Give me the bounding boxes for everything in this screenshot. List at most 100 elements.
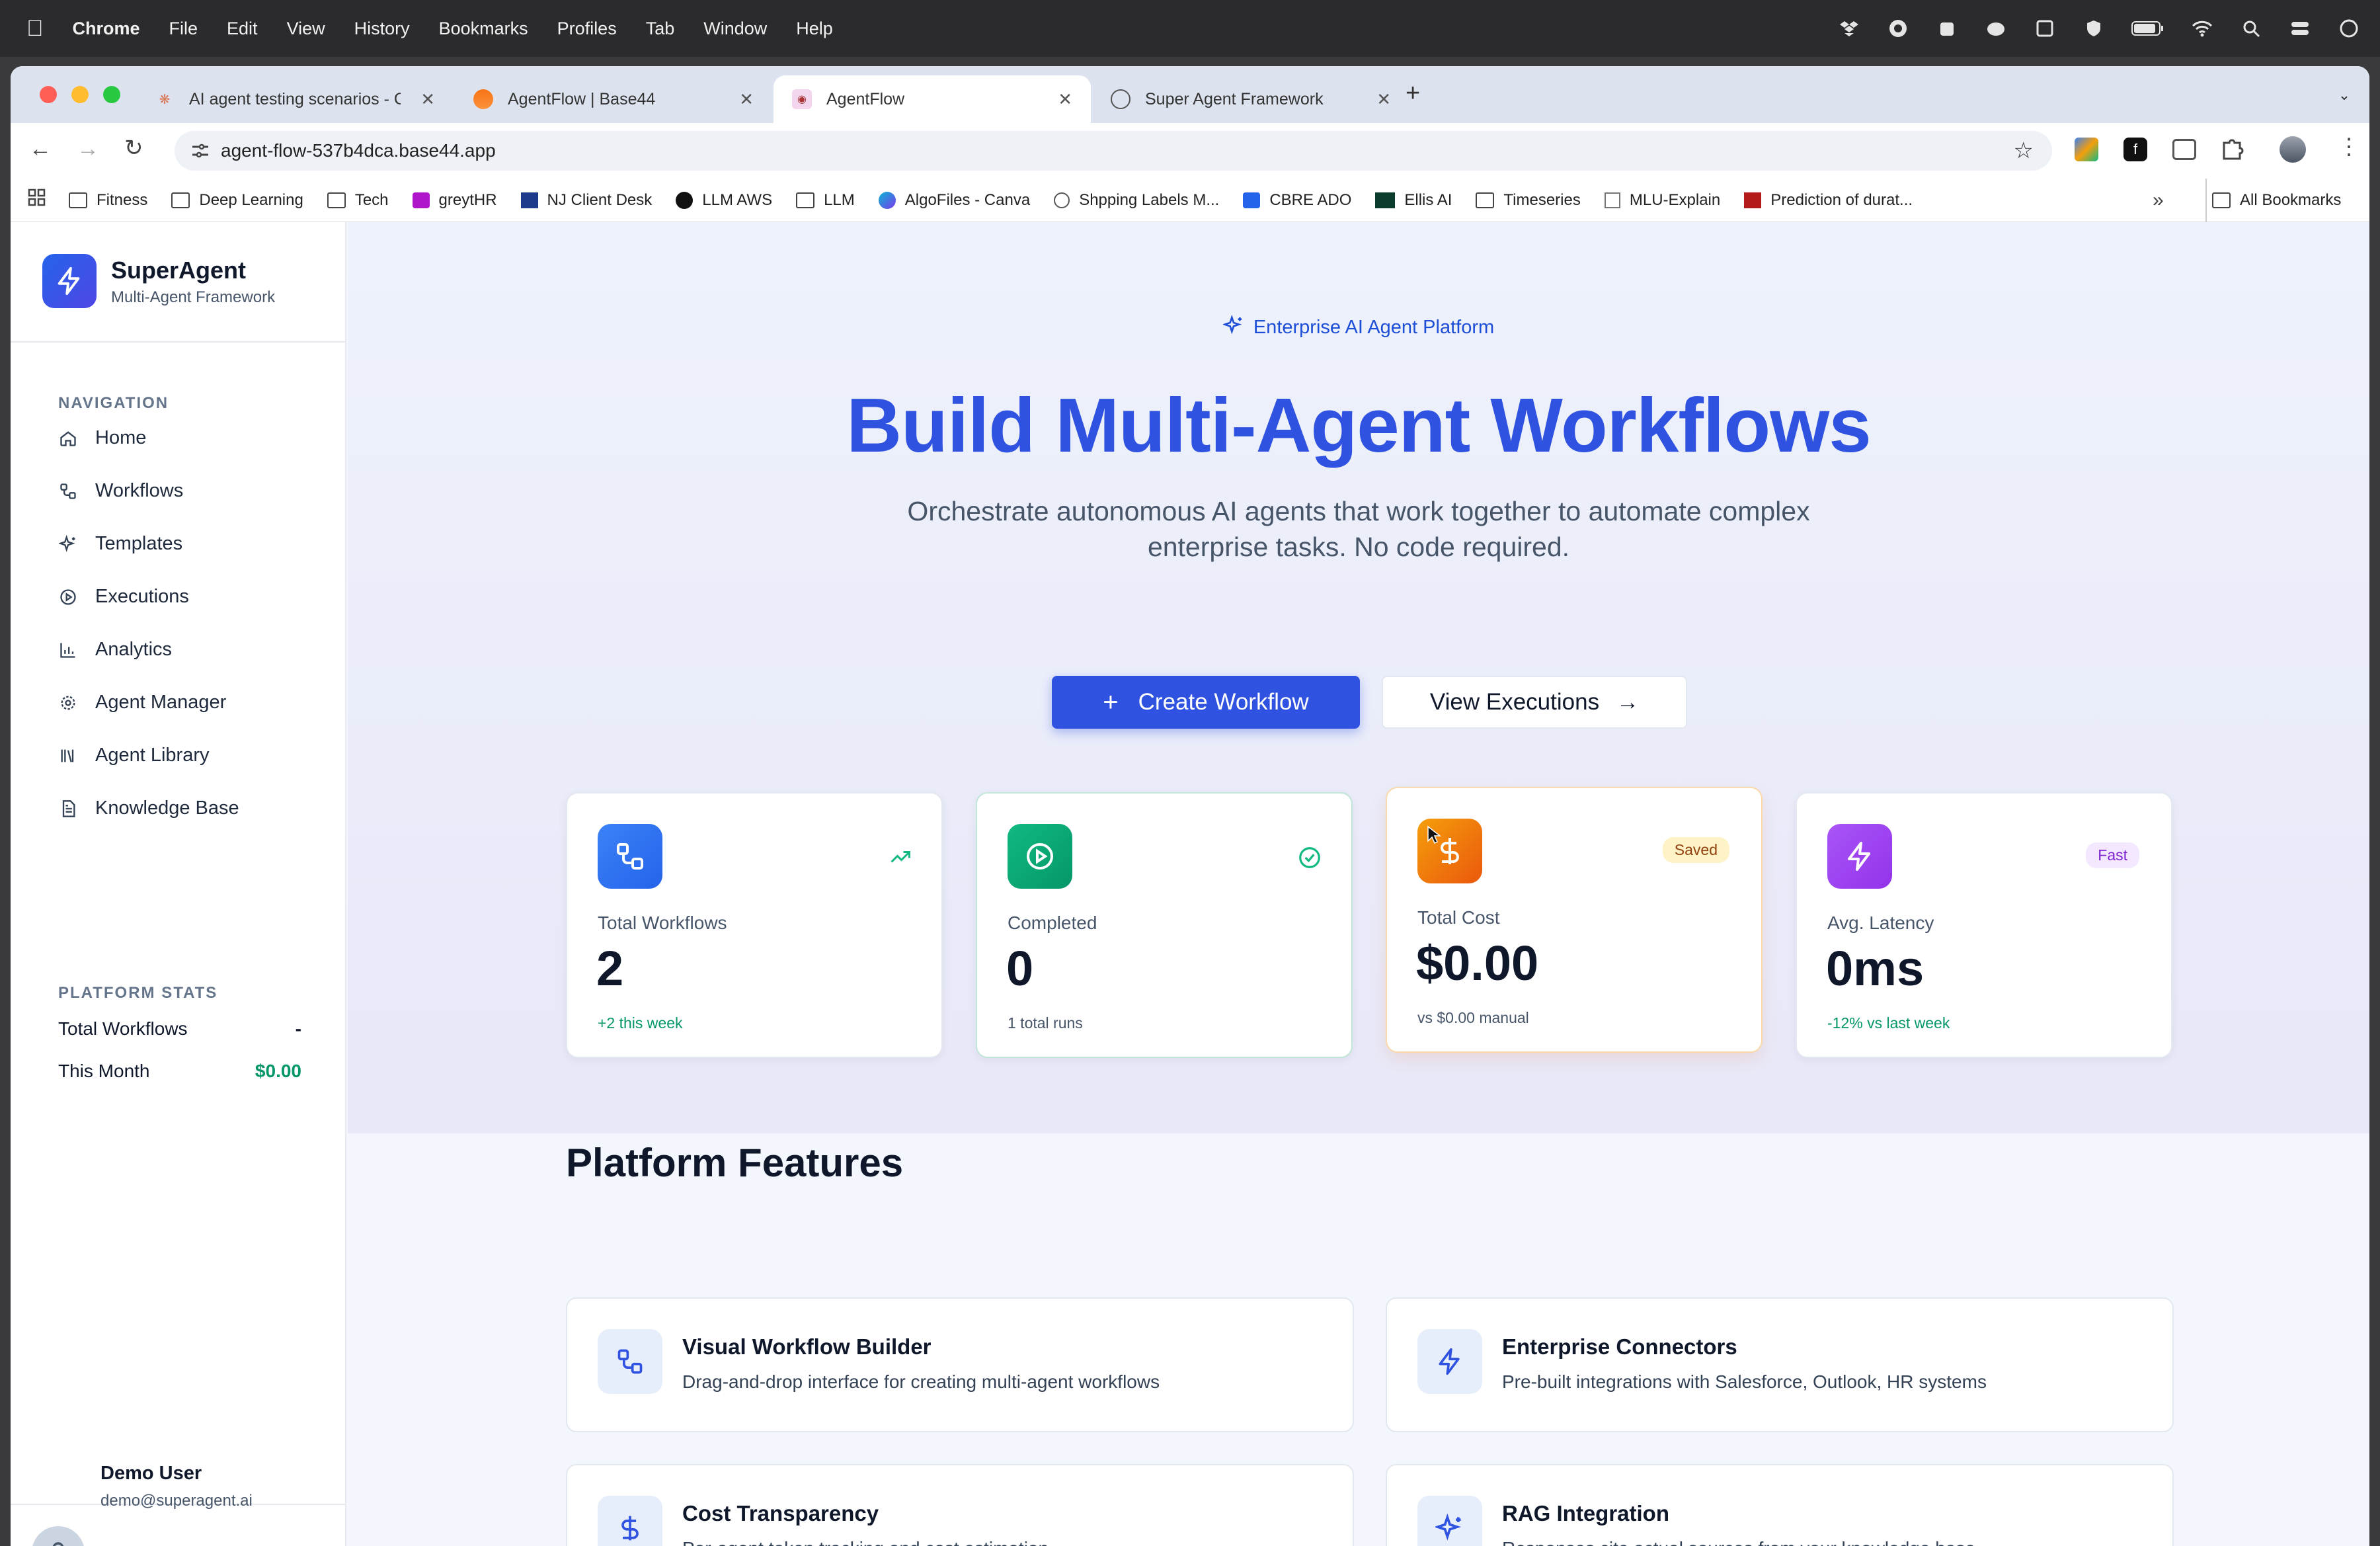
extensions-puzzle-icon[interactable] [2220, 136, 2245, 165]
grammarly-tray-icon[interactable] [1887, 17, 1909, 40]
tab-search-dropdown-icon[interactable]: ⌄ [2330, 81, 2359, 110]
control-center-icon[interactable] [2289, 17, 2311, 40]
bookmark-algofiles-canva[interactable]: AlgoFiles - Canva [878, 191, 1030, 210]
bookmark-ellis-ai[interactable]: Ellis AI [1375, 191, 1452, 210]
close-tab-icon[interactable]: ✕ [1058, 89, 1072, 110]
bookmark-label: All Bookmarks [2240, 190, 2342, 209]
all-bookmarks[interactable]: All Bookmarks [2212, 191, 2341, 210]
create-workflow-button[interactable]: + Create Workflow [1052, 676, 1360, 729]
bookmark-cbre-ado[interactable]: CBRE ADO [1243, 191, 1351, 210]
tab-agentflow[interactable]: ◉ AgentFlow ✕ [774, 75, 1091, 123]
extension-colorful-icon[interactable] [2075, 138, 2098, 161]
bar-chart-icon [58, 640, 78, 660]
user-avatar[interactable] [32, 1526, 85, 1546]
tab-agentflow-base44[interactable]: AgentFlow | Base44 ✕ [455, 75, 772, 123]
play-circle-icon [58, 587, 78, 607]
stat-card-total-cost[interactable]: Saved Total Cost $0.00 vs $0.00 manual [1386, 787, 1763, 1053]
app-tray-icon[interactable] [1936, 17, 1958, 40]
sidebar-item-templates[interactable]: Templates [58, 533, 182, 555]
extension-f-icon[interactable]: f [2123, 138, 2147, 161]
folder-icon [796, 192, 815, 208]
close-window-button[interactable] [40, 86, 57, 103]
bookmark-deep-learning[interactable]: Deep Learning [171, 191, 303, 210]
feature-enterprise-connectors[interactable]: Enterprise Connectors Pre-built integrat… [1386, 1297, 2174, 1432]
feature-visual-workflow-builder[interactable]: Visual Workflow Builder Drag-and-drop in… [566, 1297, 1354, 1432]
feature-rag-integration[interactable]: RAG Integration Responses cite actual so… [1386, 1464, 2174, 1546]
wifi-icon[interactable] [2191, 17, 2213, 40]
bookmark-star-icon[interactable]: ☆ [2014, 138, 2034, 164]
globe-favicon-icon [1111, 89, 1130, 109]
sidebar-item-executions[interactable]: Executions [58, 586, 189, 608]
elephant-tray-icon[interactable] [1985, 17, 2007, 40]
new-tab-button[interactable]: + [1406, 79, 1420, 108]
bookmark-fitness[interactable]: Fitness [69, 191, 147, 210]
apple-menu-icon[interactable]:  [26, 16, 44, 42]
view-executions-button[interactable]: View Executions → [1382, 676, 1687, 729]
arrow-right-icon: → [1616, 689, 1640, 715]
stat-row-label: This Month [58, 1061, 150, 1081]
menu-file[interactable]: File [169, 19, 198, 39]
menu-help[interactable]: Help [796, 19, 833, 39]
bookmark-prediction[interactable]: Prediction of durat... [1744, 191, 1913, 210]
brand-logo[interactable] [42, 254, 97, 308]
sidebar-item-label: Executions [95, 586, 189, 607]
apps-grid-icon[interactable] [28, 188, 46, 212]
forward-arrow-icon[interactable]: → [77, 136, 99, 162]
office-tray-icon[interactable] [2034, 17, 2056, 40]
stat-card-total-workflows[interactable]: Total Workflows 2 +2 this week [566, 792, 943, 1058]
stat-value: 0ms [1826, 941, 1924, 996]
menu-view[interactable]: View [287, 19, 325, 39]
close-tab-icon[interactable]: ✕ [420, 89, 435, 110]
bookmark-timeseries[interactable]: Timeseries [1476, 191, 1581, 210]
battery-icon[interactable] [2131, 17, 2164, 40]
chrome-menu-icon[interactable]: ⋮ [2338, 134, 2360, 160]
profile-avatar[interactable] [2280, 136, 2306, 163]
bookmark-greythr[interactable]: greytHR [412, 191, 497, 210]
feature-cost-transparency[interactable]: Cost Transparency Per-agent token tracki… [566, 1464, 1354, 1546]
siri-icon[interactable] [2338, 17, 2360, 40]
sidebar-item-agent-manager[interactable]: Agent Manager [58, 692, 226, 713]
menu-bookmarks[interactable]: Bookmarks [439, 19, 528, 39]
menu-profiles[interactable]: Profiles [557, 19, 617, 39]
close-tab-icon[interactable]: ✕ [739, 89, 754, 110]
sidebar-item-knowledge-base[interactable]: Knowledge Base [58, 797, 239, 819]
zoom-window-button[interactable] [103, 86, 120, 103]
bookmark-shipping-labels[interactable]: Shpping Labels M... [1054, 191, 1219, 210]
spotlight-search-icon[interactable] [2240, 17, 2262, 40]
reload-icon[interactable]: ↻ [124, 135, 143, 161]
nav-heading: NAVIGATION [58, 394, 169, 412]
menu-app-name[interactable]: Chrome [73, 19, 140, 39]
tab-ai-agent-testing[interactable]: ❋ AI agent testing scenarios - C ✕ [136, 75, 454, 123]
dropbox-tray-icon[interactable] [1838, 17, 1860, 40]
minimize-window-button[interactable] [71, 86, 89, 103]
tab-title: AgentFlow | Base44 [508, 89, 656, 108]
close-tab-icon[interactable]: ✕ [1376, 89, 1391, 110]
stat-label: Total Cost [1417, 907, 1500, 928]
stat-card-completed[interactable]: Completed 0 1 total runs [976, 792, 1353, 1058]
back-arrow-icon[interactable]: ← [29, 136, 52, 162]
bookmark-mlu-explain[interactable]: MLU-Explain [1604, 190, 1721, 210]
shield-tray-icon[interactable] [2082, 17, 2105, 40]
menu-tab[interactable]: Tab [646, 19, 675, 39]
tab-super-agent-framework[interactable]: Super Agent Framework ✕ [1092, 75, 1409, 123]
menu-history[interactable]: History [354, 19, 410, 39]
sidebar-item-analytics[interactable]: Analytics [58, 639, 172, 661]
extension-box-icon[interactable] [2172, 139, 2196, 160]
menu-window[interactable]: Window [703, 19, 767, 39]
play-circle-icon [1008, 824, 1072, 889]
stat-card-avg-latency[interactable]: Fast Avg. Latency 0ms -12% vs last week [1796, 792, 2172, 1058]
bookmark-llm-aws[interactable]: LLM AWS [676, 191, 772, 210]
sidebar-item-agent-library[interactable]: Agent Library [58, 745, 210, 766]
sidebar-item-home[interactable]: Home [58, 427, 146, 449]
bookmark-nj-client-desk[interactable]: NJ Client Desk [520, 191, 652, 210]
bookmark-label: MLU-Explain [1629, 190, 1721, 209]
address-bar[interactable]: agent-flow-537b4dca.base44.app ☆ [175, 131, 2052, 171]
menu-edit[interactable]: Edit [227, 19, 258, 39]
sidebar-item-workflows[interactable]: Workflows [58, 480, 183, 502]
more-bookmarks-chevron-icon[interactable]: » [2153, 189, 2164, 212]
site-info-icon[interactable] [190, 142, 210, 163]
bookmark-llm[interactable]: LLM [796, 191, 855, 210]
url-text[interactable]: agent-flow-537b4dca.base44.app [221, 140, 496, 161]
sidebar-item-label: Home [95, 427, 147, 448]
bookmark-tech[interactable]: Tech [327, 191, 389, 210]
